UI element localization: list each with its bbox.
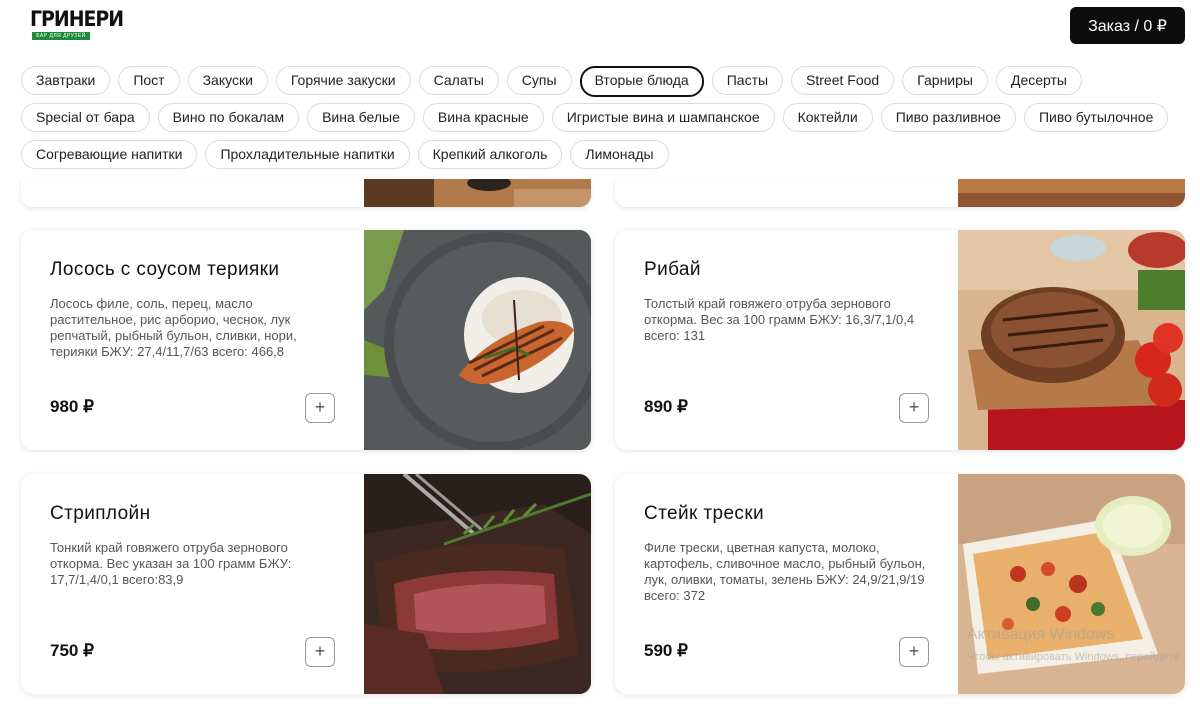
category-nav: Завтраки Пост Закуски Горячие закуски Салаты… <box>21 66 1171 177</box>
category-pill[interactable]: Коктейли <box>782 103 873 132</box>
category-pill[interactable]: Вторые блюда <box>579 66 704 97</box>
dish-price: 980 ₽ <box>50 397 94 416</box>
os-activation-watermark-hint: Чтобы активировать Windows, перейдите <box>967 651 1180 663</box>
category-pill[interactable]: Супы <box>506 66 572 95</box>
dish-photo <box>364 474 591 694</box>
category-pill[interactable]: Десерты <box>995 66 1082 95</box>
category-pill[interactable]: Вино по бокалам <box>157 103 300 132</box>
dish-price: 590 ₽ <box>644 641 688 660</box>
add-to-order-button[interactable]: + <box>899 393 929 423</box>
category-pill[interactable]: Салаты <box>418 66 499 95</box>
category-pill[interactable]: Согревающие напитки <box>21 140 198 169</box>
add-to-order-button[interactable]: + <box>305 393 335 423</box>
os-activation-watermark: Активация Windows <box>967 626 1115 643</box>
category-pill[interactable]: Пиво бутылочное <box>1023 103 1169 132</box>
category-pill[interactable]: Игристые вина и шампанское <box>551 103 775 132</box>
dish-description: Филе трески, цветная капуста, молоко, ка… <box>644 540 926 603</box>
dish-description: Лосось филе, соль, перец, масло растител… <box>50 296 297 359</box>
category-pill[interactable]: Special от бара <box>21 103 150 132</box>
dish-description: Толстый край говяжего отруба зернового о… <box>644 296 915 343</box>
add-to-order-button[interactable]: + <box>305 637 335 667</box>
category-pill[interactable]: Street Food <box>791 66 895 95</box>
category-pill[interactable]: Пост <box>118 66 180 95</box>
dish-card[interactable]: Лосось с соусом терияки Лосось филе, сол… <box>21 230 591 450</box>
logo[interactable]: ГРИНЕРИ БАР ДЛЯ ДРУЗЕЙ <box>30 7 124 42</box>
category-pill[interactable]: Завтраки <box>21 66 111 95</box>
dish-photo <box>958 179 1185 207</box>
logo-text: ГРИНЕРИ <box>30 7 124 31</box>
dish-photo <box>364 179 591 207</box>
dish-card[interactable]: Стриплойн Тонкий край говяжего отруба зе… <box>21 474 591 694</box>
category-pill[interactable]: Крепкий алкоголь <box>417 140 563 169</box>
category-pill[interactable]: Вина белые <box>307 103 415 132</box>
category-pill[interactable]: Горячие закуски <box>275 66 411 95</box>
dish-description: Тонкий край говяжего отруба зернового от… <box>50 540 292 587</box>
category-row: Согревающие напитки Прохладительные напит… <box>21 140 1171 169</box>
category-pill[interactable]: Закуски <box>187 66 268 95</box>
category-pill[interactable]: Пиво разливное <box>880 103 1016 132</box>
dish-price: 890 ₽ <box>644 397 688 416</box>
category-pill[interactable]: Лимонады <box>570 140 669 169</box>
dish-name: Рибай <box>644 259 701 280</box>
dish-photo <box>958 230 1185 450</box>
logo-subtitle: БАР ДЛЯ ДРУЗЕЙ <box>32 32 90 40</box>
dish-card-partial <box>21 179 591 207</box>
dish-photo <box>364 230 591 450</box>
dish-name: Стриплойн <box>50 503 151 524</box>
dish-card[interactable]: Рибай Толстый край говяжего отруба зерно… <box>615 230 1185 450</box>
dish-card-partial <box>615 179 1185 207</box>
dish-name: Стейк трески <box>644 503 765 524</box>
order-button[interactable]: Заказ / 0 ₽ <box>1070 7 1185 44</box>
category-pill[interactable]: Вина красные <box>422 103 544 132</box>
add-to-order-button[interactable]: + <box>899 637 929 667</box>
category-row: Special от бара Вино по бокалам Вина белые… <box>21 103 1171 132</box>
category-pill[interactable]: Гарниры <box>902 66 988 95</box>
dish-name: Лосось с соусом терияки <box>50 259 280 280</box>
category-pill[interactable]: Пасты <box>711 66 784 95</box>
dish-price: 750 ₽ <box>50 641 94 660</box>
category-pill[interactable]: Прохладительные напитки <box>205 140 410 169</box>
category-row: Завтраки Пост Закуски Горячие закуски Салаты… <box>21 66 1171 97</box>
